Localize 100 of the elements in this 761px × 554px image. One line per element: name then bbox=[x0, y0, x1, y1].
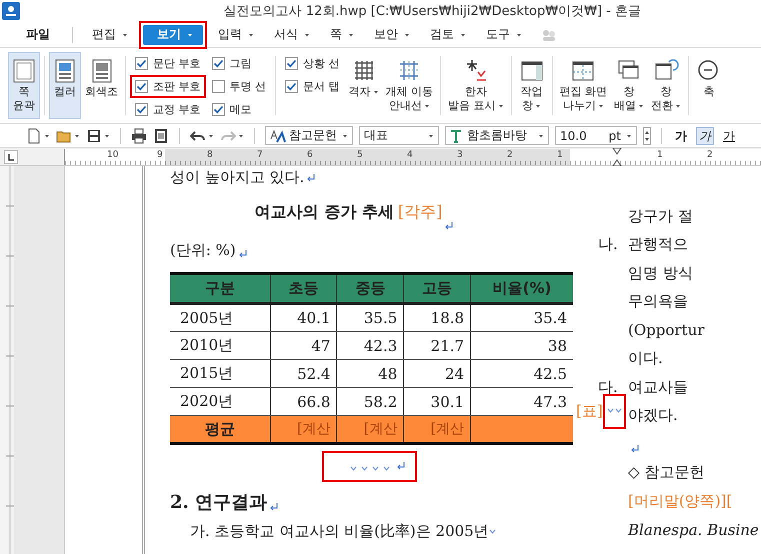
table-cell: 18.8 bbox=[404, 304, 471, 332]
checkmark-icon bbox=[136, 58, 147, 69]
ribbon-button[interactable]: 쪽 윤곽 bbox=[8, 52, 40, 119]
checkmark-icon bbox=[286, 81, 297, 92]
ruler-number: 9 bbox=[157, 150, 163, 160]
body-text: 성이 높아지고 있다. bbox=[170, 168, 304, 186]
ruler-number: 4 bbox=[407, 150, 413, 160]
body-text: (단위: %) bbox=[170, 240, 236, 260]
menu-tab[interactable]: 보기 bbox=[143, 24, 203, 44]
ribbon-button[interactable]: 격자 bbox=[346, 52, 382, 119]
body-text: 가. 초등학교 여교사의 비율(比率)은 2005년 bbox=[190, 522, 489, 540]
body-text: ◇ 참고문헌 bbox=[628, 463, 704, 482]
dropdown-field[interactable]: 함초롬바탕 bbox=[445, 126, 549, 145]
font-size-field[interactable]: 10.0 pt bbox=[555, 126, 637, 145]
paragraph-mark-icon bbox=[630, 444, 639, 452]
spinner-icon[interactable] bbox=[643, 126, 651, 144]
paragraph-mark-icon bbox=[238, 249, 247, 258]
ruler[interactable]: 10 9 8 7 6 5 4 3 2 1 1 2 bbox=[64, 148, 761, 164]
checkbox[interactable]: 문단 부호 bbox=[132, 54, 204, 73]
menu-tab[interactable]: 보안 bbox=[365, 24, 419, 44]
menu-tab[interactable]: 검토 bbox=[421, 24, 475, 44]
table-cell: 2010년 bbox=[170, 332, 270, 360]
body-text: 야겠다. bbox=[628, 406, 678, 426]
caret-icon bbox=[104, 132, 110, 138]
ruler-number: 10 bbox=[107, 150, 118, 160]
checkbox[interactable]: 메모 bbox=[208, 100, 269, 119]
table-cell: 47 bbox=[270, 332, 337, 360]
toolbar-button[interactable] bbox=[86, 128, 110, 144]
ribbon-button[interactable]: 편집 화면 나누기 bbox=[556, 52, 610, 119]
formula-cell: [계산 bbox=[336, 416, 404, 444]
table-cell: 2005년 bbox=[170, 304, 270, 332]
menu-tab[interactable]: 파일 bbox=[14, 24, 62, 44]
ribbon-button[interactable]: 축 bbox=[693, 52, 725, 119]
header-cell: 비율(%) bbox=[470, 274, 573, 304]
ribbon-button[interactable]: 한자 발음 표시 bbox=[445, 52, 506, 119]
tab-stop-icon[interactable] bbox=[4, 150, 18, 164]
checkbox[interactable]: 그림 bbox=[208, 54, 269, 73]
footnote-code: [각주] bbox=[398, 202, 442, 222]
font-icon bbox=[450, 128, 464, 142]
print-icon[interactable] bbox=[131, 128, 147, 144]
list-marker: 나. bbox=[598, 235, 618, 254]
checkbox[interactable]: 투명 선 bbox=[208, 77, 269, 96]
ruler-number: 8 bbox=[207, 150, 213, 160]
checkbox[interactable]: 문서 탭 bbox=[282, 77, 342, 96]
header-cell: 중등 bbox=[336, 274, 404, 304]
bold-button[interactable]: 가 bbox=[672, 126, 690, 144]
paragraph-mark-icon bbox=[269, 502, 278, 511]
toolbar-button[interactable] bbox=[26, 128, 50, 144]
section-heading: 2. 연구결과 bbox=[170, 491, 268, 514]
table-cell: 52.4 bbox=[270, 360, 337, 388]
table-cell: 2015년 bbox=[170, 360, 270, 388]
ruler-number: 6 bbox=[307, 150, 313, 160]
checkmark-icon bbox=[212, 104, 224, 115]
caret-icon bbox=[428, 132, 434, 138]
caret-icon bbox=[238, 132, 244, 138]
ruler-number: 7 bbox=[257, 150, 263, 160]
average-cell: 평균 bbox=[170, 416, 270, 444]
header-cell: 초등 bbox=[270, 274, 337, 304]
ruler-number: 2 bbox=[507, 150, 513, 160]
new-document-icon bbox=[26, 128, 42, 144]
dropdown-field[interactable]: 대표 bbox=[359, 126, 439, 145]
reference-text: Blanespa. Busine bbox=[628, 520, 759, 539]
ribbon-button[interactable]: 회색조 bbox=[82, 52, 121, 119]
caret-icon bbox=[208, 132, 214, 138]
body-text: 이다. bbox=[628, 349, 663, 368]
ribbon-button[interactable]: 컬러 bbox=[49, 52, 81, 119]
checkbox[interactable]: 교정 부호 bbox=[132, 100, 204, 119]
body-text: 강구가 절 bbox=[628, 206, 693, 226]
ribbon-button[interactable]: 창 전환 bbox=[648, 52, 684, 119]
style-icon bbox=[270, 128, 286, 142]
menu-tab[interactable]: 도구 bbox=[477, 24, 531, 44]
caret-icon bbox=[626, 132, 632, 138]
ribbon-button[interactable]: 작업 창 bbox=[516, 52, 548, 119]
checkbox[interactable]: 상황 선 bbox=[282, 54, 342, 73]
menu-tab[interactable]: 서식 bbox=[265, 24, 319, 44]
table-title: 여교사의 증가 추세 bbox=[254, 202, 394, 222]
formula-cell: [계산 bbox=[270, 416, 337, 444]
menu-tab[interactable]: 편집 bbox=[83, 24, 137, 44]
table-cell: 42.3 bbox=[336, 332, 404, 360]
paragraph-mark-icon bbox=[306, 173, 316, 182]
ribbon-button[interactable]: 창 배열 bbox=[611, 52, 647, 119]
ribbon-button[interactable]: 개체 이동 안내선 bbox=[382, 52, 436, 119]
table-cell: 24 bbox=[404, 360, 471, 388]
ruler-number: 2 bbox=[707, 150, 713, 160]
caret-icon bbox=[342, 132, 348, 138]
checkbox[interactable]: 조판 부호 bbox=[132, 77, 204, 96]
ruler-number: 5 bbox=[357, 150, 363, 160]
underline-button[interactable]: 가 bbox=[720, 126, 738, 144]
menu-tab[interactable]: 입력 bbox=[209, 24, 263, 44]
table-cell: 38 bbox=[470, 332, 573, 360]
indent-marker-icon[interactable] bbox=[612, 148, 622, 166]
caret-icon bbox=[74, 132, 80, 138]
menu-tab[interactable]: 쪽 bbox=[321, 24, 363, 44]
body-text: 임명 방식 bbox=[628, 264, 693, 283]
checkmark-icon bbox=[136, 104, 147, 115]
body-text: 관행적으 bbox=[628, 235, 688, 254]
dropdown-field[interactable]: 참고문헌 bbox=[265, 126, 353, 145]
preview-icon[interactable] bbox=[153, 128, 169, 144]
italic-button[interactable]: 가 bbox=[696, 126, 714, 144]
table-cell: 35.5 bbox=[336, 304, 404, 332]
